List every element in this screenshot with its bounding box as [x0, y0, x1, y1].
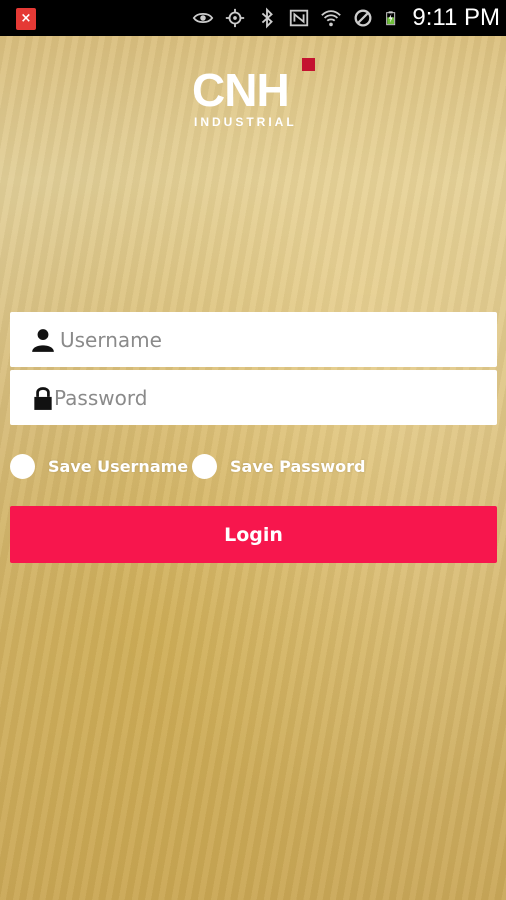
eye-icon	[193, 12, 214, 24]
save-username-label: Save Username	[48, 456, 189, 476]
logo-accent-square	[302, 58, 315, 71]
do-not-disturb-icon	[354, 9, 372, 27]
username-input[interactable]	[60, 312, 480, 367]
gps-icon	[226, 8, 245, 28]
save-username-option[interactable]: Save Username	[10, 452, 188, 480]
bluetooth-icon	[262, 7, 274, 29]
save-password-checkbox[interactable]	[192, 453, 217, 479]
save-password-option[interactable]: Save Password	[192, 452, 365, 480]
password-input[interactable]	[54, 370, 474, 425]
battery-charging-icon	[386, 11, 396, 26]
status-icons: 9:11 PM	[192, 0, 500, 36]
lock-icon	[34, 387, 52, 410]
nfc-icon	[290, 9, 309, 27]
username-field[interactable]	[10, 312, 497, 367]
cnh-industrial-logo: CNH INDUSTRIAL	[190, 58, 320, 130]
login-button[interactable]: Login	[10, 506, 497, 563]
password-field[interactable]	[10, 370, 497, 425]
save-password-label: Save Password	[230, 456, 366, 476]
logo-main-text: CNH	[192, 64, 290, 116]
logo-sub-text: INDUSTRIAL	[194, 115, 297, 129]
status-bar: × 9:11 PM	[0, 0, 506, 36]
login-screen: × 9:11 PM CNH INDUSTRIAL Username Save U…	[0, 0, 506, 900]
wifi-icon	[321, 10, 342, 27]
save-username-checkbox[interactable]	[10, 453, 35, 479]
status-time: 9:11 PM	[412, 4, 500, 31]
app-error-icon: ×	[16, 8, 36, 30]
user-icon	[32, 329, 54, 352]
